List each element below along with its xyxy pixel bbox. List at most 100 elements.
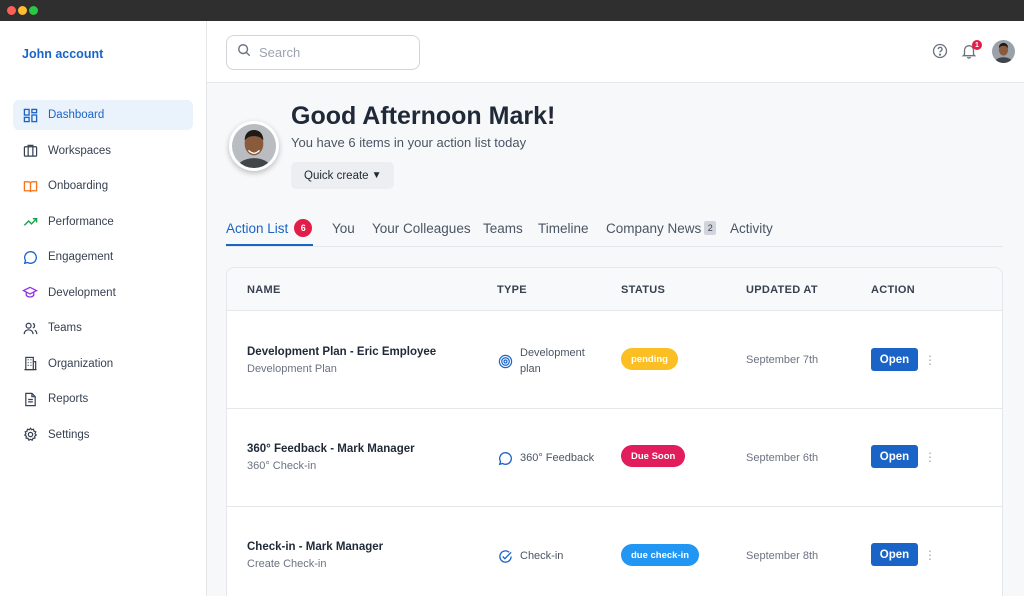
row-subtitle: 360° Check-in	[247, 460, 317, 472]
sidebar-item-label: Development	[48, 286, 116, 299]
row-updated-at: September 6th	[746, 452, 819, 464]
sidebar-item-settings[interactable]: Settings	[13, 420, 193, 450]
table-row: Development Plan - Eric Employee Develop…	[227, 311, 1002, 409]
main-content: Good Afternoon Mark! You have 6 items in…	[207, 83, 1024, 596]
tab-label: Teams	[483, 220, 523, 236]
open-button[interactable]: Open	[871, 543, 918, 566]
close-window-button[interactable]	[7, 6, 16, 15]
sidebar-item-label: Organization	[48, 357, 114, 370]
tab-count-badge: 6	[294, 219, 313, 237]
sidebar-item-label: Workspaces	[48, 144, 112, 157]
active-tab-indicator	[226, 244, 313, 246]
table-header: NAME TYPE STATUS UPDATED AT ACTION	[227, 268, 1002, 311]
sidebar-item-onboarding[interactable]: Onboarding	[13, 171, 193, 201]
tab-label: Timeline	[538, 220, 589, 236]
quick-create-button[interactable]: Quick create ▼	[291, 162, 395, 189]
window-titlebar	[0, 0, 1024, 21]
greeting-subtitle: You have 6 items in your action list tod…	[291, 135, 527, 150]
row-type-label: 360° Feedback	[520, 452, 595, 464]
tab-label: Company News	[606, 220, 702, 236]
chat-icon	[22, 249, 38, 265]
row-title: Development Plan - Eric Employee	[247, 346, 437, 358]
maximize-window-button[interactable]	[29, 6, 38, 15]
minimize-window-button[interactable]	[18, 6, 27, 15]
row-updated-at: September 8th	[746, 550, 819, 562]
help-icon[interactable]	[932, 43, 948, 59]
sidebar-item-label: Teams	[48, 322, 82, 334]
more-options-icon[interactable]: ⋮	[924, 451, 936, 463]
account-name[interactable]: John account	[22, 47, 103, 61]
column-header-type: TYPE	[497, 284, 527, 296]
row-updated-at: September 7th	[746, 354, 819, 366]
row-type-line: Development	[520, 347, 585, 359]
tab-teams[interactable]: Teams	[483, 218, 523, 238]
tab-your-colleagues[interactable]: Your Colleagues	[372, 218, 471, 238]
chat-icon	[497, 450, 513, 466]
row-subtitle: Create Check-in	[247, 558, 327, 570]
sidebar-item-organization[interactable]: Organization	[13, 349, 193, 379]
column-header-action: ACTION	[871, 284, 915, 296]
gear-icon	[22, 427, 38, 443]
more-options-icon[interactable]: ⋮	[924, 354, 936, 366]
sidebar-item-label: Engagement	[48, 251, 114, 263]
tab-action-list[interactable]: Action List 6	[226, 218, 313, 238]
sidebar-item-reports[interactable]: Reports	[13, 384, 193, 414]
dashboard-icon	[22, 107, 38, 123]
row-type: Development plan	[497, 345, 585, 377]
trend-up-icon	[22, 214, 38, 230]
more-options-icon[interactable]: ⋮	[924, 549, 936, 561]
search-input[interactable]	[259, 45, 409, 60]
tab-bar: Action List 6 You Your Colleagues Teams …	[226, 211, 1003, 247]
sidebar-item-label: Dashboard	[48, 109, 105, 121]
row-type-label: Development plan	[520, 345, 585, 377]
table-row: 360° Feedback - Mark Manager 360° Check-…	[227, 409, 1002, 507]
sidebar-item-dashboard[interactable]: Dashboard	[13, 100, 193, 130]
user-avatar[interactable]	[992, 40, 1015, 63]
notification-badge: 1	[972, 40, 982, 50]
sidebar-nav: Dashboard Workspaces Onboarding Performa…	[13, 100, 193, 455]
table-row: Check-in - Mark Manager Create Check-in …	[227, 507, 1002, 596]
sidebar-item-label: Performance	[48, 215, 114, 228]
sidebar-item-engagement[interactable]: Engagement	[13, 242, 193, 272]
tab-timeline[interactable]: Timeline	[538, 218, 589, 238]
greeting-title: Good Afternoon Mark!	[291, 102, 556, 130]
status-badge: due check-in	[621, 544, 700, 566]
column-header-name: NAME	[247, 284, 281, 296]
status-badge: Due Soon	[621, 445, 686, 467]
caret-down-icon: ▼	[371, 170, 382, 181]
row-type: 360° Feedback	[497, 450, 594, 466]
open-button[interactable]: Open	[871, 445, 918, 468]
profile-avatar	[229, 121, 279, 171]
search-icon	[237, 43, 251, 62]
check-circle-icon	[497, 548, 513, 564]
sidebar-item-workspaces[interactable]: Workspaces	[13, 136, 193, 166]
tab-company-news[interactable]: Company News 2	[606, 218, 717, 238]
tab-activity[interactable]: Activity	[730, 218, 773, 238]
row-type-line: plan	[520, 363, 541, 375]
row-subtitle: Development Plan	[247, 363, 337, 375]
search-box[interactable]	[226, 35, 420, 70]
tab-label: Your Colleagues	[372, 220, 471, 236]
sidebar-item-teams[interactable]: Teams	[13, 313, 193, 343]
row-type: Check-in	[497, 548, 563, 564]
action-list-table: NAME TYPE STATUS UPDATED AT ACTION Devel…	[226, 267, 1003, 596]
target-icon	[497, 353, 513, 369]
status-badge: pending	[621, 348, 678, 370]
quick-create-label: Quick create	[304, 169, 369, 182]
column-header-status: STATUS	[621, 284, 666, 296]
tab-label: Action List	[226, 220, 289, 236]
tab-count-badge: 2	[704, 221, 717, 235]
row-title: 360° Feedback - Mark Manager	[247, 443, 415, 455]
sidebar-item-label: Onboarding	[48, 180, 109, 192]
briefcase-icon	[22, 143, 38, 159]
building-icon	[22, 356, 38, 372]
sidebar-item-development[interactable]: Development	[13, 278, 193, 308]
sidebar: John account Dashboard Workspaces Onboar…	[0, 21, 207, 596]
sidebar-item-label: Reports	[48, 393, 89, 405]
sidebar-item-performance[interactable]: Performance	[13, 207, 193, 237]
document-icon	[22, 391, 38, 407]
tab-you[interactable]: You	[332, 218, 355, 238]
topbar: 1	[207, 21, 1024, 83]
tab-label: You	[332, 220, 355, 236]
open-button[interactable]: Open	[871, 348, 918, 371]
